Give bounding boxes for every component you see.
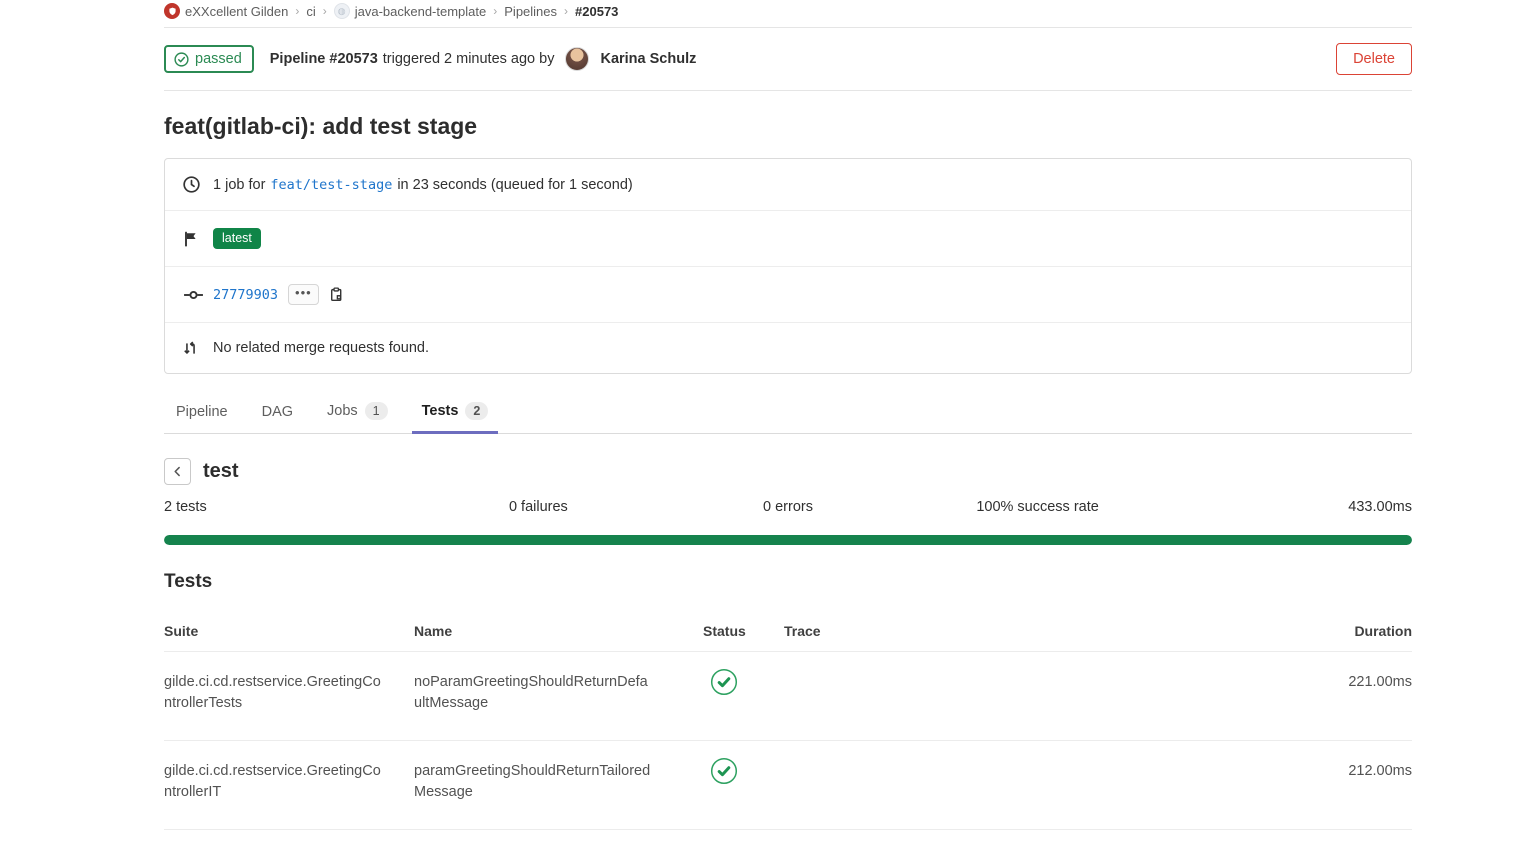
clock-icon <box>183 176 207 193</box>
pipeline-status-badge[interactable]: passed <box>164 45 254 73</box>
merge-request-row: No related merge requests found. <box>165 323 1411 373</box>
breadcrumb-separator: › <box>493 4 497 18</box>
tests-count-badge: 2 <box>465 402 488 420</box>
tab-tests-label: Tests <box>422 403 459 419</box>
stat-success-rate: 100% success rate <box>913 499 1163 515</box>
latest-badge[interactable]: latest <box>213 228 261 249</box>
jobs-count-badge: 1 <box>365 402 388 420</box>
tab-dag-label: DAG <box>262 404 293 420</box>
table-row[interactable]: gilde.ci.cd.restservice.GreetingControll… <box>164 741 1412 830</box>
breadcrumb-pipelines-label: Pipelines <box>504 4 557 19</box>
test-suite-header: test <box>164 458 1412 485</box>
breadcrumb-group[interactable]: eXXcellent Gilden <box>164 3 288 19</box>
merge-request-icon <box>183 341 207 356</box>
job-count-text: 1 job for <box>213 177 265 193</box>
job-duration-row: 1 job for feat/test-stage in 23 seconds … <box>165 159 1411 211</box>
no-merge-requests-text: No related merge requests found. <box>213 340 429 356</box>
tab-pipeline[interactable]: Pipeline <box>174 394 230 433</box>
breadcrumb-separator: › <box>295 4 299 18</box>
avatar[interactable] <box>565 47 589 71</box>
pipeline-page: eXXcellent Gilden › ci › ◍ java-backend-… <box>164 0 1412 830</box>
stat-duration: 433.00ms <box>1162 499 1412 515</box>
delete-button[interactable]: Delete <box>1336 43 1412 75</box>
tab-jobs-label: Jobs <box>327 403 358 419</box>
test-status-cell <box>684 741 784 829</box>
success-progress-fill <box>164 535 1412 545</box>
flag-icon <box>183 231 207 247</box>
triggered-text: triggered 2 minutes ago by <box>383 51 555 67</box>
status-badge-label: passed <box>195 51 242 67</box>
tests-table-header: Suite Name Status Trace Duration <box>164 613 1412 652</box>
tab-dag[interactable]: DAG <box>260 394 295 433</box>
breadcrumb-project-label: java-backend-template <box>355 4 487 19</box>
tests-table: Suite Name Status Trace Duration gilde.c… <box>164 613 1412 830</box>
pipeline-tabs: Pipeline DAG Jobs 1 Tests 2 <box>164 392 1412 434</box>
test-suite-cell: gilde.ci.cd.restservice.GreetingControll… <box>164 741 414 829</box>
stat-failures: 0 failures <box>414 499 664 515</box>
test-status-cell <box>684 652 784 740</box>
breadcrumb-group-label: eXXcellent Gilden <box>185 4 288 19</box>
tab-jobs[interactable]: Jobs 1 <box>325 392 390 433</box>
test-suite-cell: gilde.ci.cd.restservice.GreetingControll… <box>164 652 414 740</box>
column-header-name: Name <box>414 613 684 651</box>
test-trace-cell <box>784 741 1292 829</box>
success-progress-bar <box>164 535 1412 545</box>
tests-section-heading: Tests <box>164 571 1412 593</box>
pipeline-status-header: passed Pipeline #20573 triggered 2 minut… <box>164 28 1412 91</box>
pipeline-info-card: 1 job for feat/test-stage in 23 seconds … <box>164 158 1412 374</box>
test-trace-cell <box>784 652 1292 740</box>
author-name[interactable]: Karina Schulz <box>600 51 696 67</box>
back-button[interactable] <box>164 458 191 485</box>
breadcrumb-subgroup-label: ci <box>306 4 315 19</box>
table-row[interactable]: gilde.ci.cd.restservice.GreetingControll… <box>164 652 1412 741</box>
pipeline-trigger-info: Pipeline #20573 triggered 2 minutes ago … <box>270 47 697 71</box>
job-duration-text: 1 job for feat/test-stage in 23 seconds … <box>213 177 633 193</box>
breadcrumb-pipeline-id: #20573 <box>575 4 618 19</box>
success-check-icon <box>710 668 738 696</box>
commit-icon <box>183 289 207 301</box>
group-shield-avatar <box>164 3 180 19</box>
stat-errors: 0 errors <box>663 499 913 515</box>
latest-badge-row: latest <box>165 211 1411 267</box>
test-duration-cell: 221.00ms <box>1292 652 1412 740</box>
stat-total-tests: 2 tests <box>164 499 414 515</box>
breadcrumb-pipelines[interactable]: Pipelines <box>504 4 557 19</box>
column-header-status: Status <box>684 613 784 651</box>
column-header-suite: Suite <box>164 613 414 651</box>
column-header-duration: Duration <box>1292 613 1412 651</box>
suite-title: test <box>203 460 239 483</box>
tab-tests[interactable]: Tests 2 <box>420 392 491 433</box>
job-time-text: in 23 seconds (queued for 1 second) <box>397 177 632 193</box>
project-avatar: ◍ <box>334 3 350 19</box>
tab-pipeline-label: Pipeline <box>176 404 228 420</box>
breadcrumb-project[interactable]: ◍ java-backend-template <box>334 3 487 19</box>
breadcrumb: eXXcellent Gilden › ci › ◍ java-backend-… <box>164 0 1412 28</box>
page-title: feat(gitlab-ci): add test stage <box>164 113 1412 140</box>
commit-row: 27779903 ••• <box>165 267 1411 323</box>
pipeline-id-label: Pipeline #20573 <box>270 51 378 67</box>
expand-commit-button[interactable]: ••• <box>288 284 319 305</box>
breadcrumb-separator: › <box>564 4 568 18</box>
copy-commit-sha-icon[interactable] <box>329 287 344 302</box>
branch-link[interactable]: feat/test-stage <box>270 177 392 193</box>
test-summary-stats: 2 tests 0 failures 0 errors 100% success… <box>164 499 1412 515</box>
breadcrumb-separator: › <box>323 4 327 18</box>
test-name-cell: paramGreetingShouldReturnTailoredMessage <box>414 741 684 829</box>
check-circle-icon <box>174 52 189 67</box>
test-name-cell: noParamGreetingShouldReturnDefaultMessag… <box>414 652 684 740</box>
success-check-icon <box>710 757 738 785</box>
commit-sha-link[interactable]: 27779903 <box>213 287 278 303</box>
chevron-left-icon <box>171 465 184 478</box>
column-header-trace: Trace <box>784 613 1292 651</box>
breadcrumb-subgroup[interactable]: ci <box>306 4 315 19</box>
test-duration-cell: 212.00ms <box>1292 741 1412 829</box>
